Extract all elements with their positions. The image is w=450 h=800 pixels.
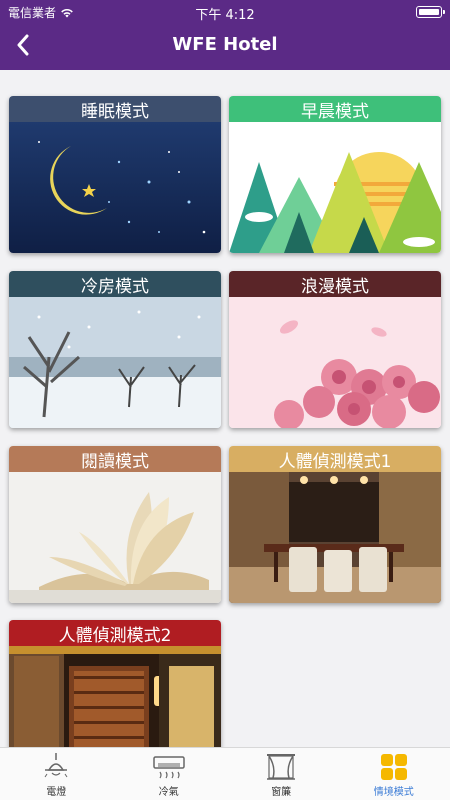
scene-card-label: 睡眠模式	[9, 96, 221, 122]
status-bar: 電信業者 下午 4:12	[0, 0, 450, 23]
scene-card-label: 早晨模式	[229, 96, 441, 122]
scene-card-cooling[interactable]: 冷房模式	[9, 271, 221, 428]
scene-card-romance[interactable]: 浪漫模式	[229, 271, 441, 428]
scene-card-label: 閱讀模式	[9, 446, 221, 472]
battery-icon	[416, 6, 445, 18]
reading-scene-image	[9, 472, 221, 603]
morning-scene-image	[229, 122, 441, 253]
scene-grid-icon	[380, 754, 407, 780]
sleep-scene-image	[9, 122, 221, 253]
dining-room-scene-image	[229, 472, 441, 603]
scene-card-label: 冷房模式	[9, 271, 221, 297]
scene-card-human-detection-1[interactable]: 人體偵測模式1	[229, 446, 441, 603]
curtain-icon	[267, 754, 296, 780]
scene-card-morning[interactable]: 早晨模式	[229, 96, 441, 253]
bottom-tab-bar: 電燈 冷氣 窗簾 情境模式	[0, 747, 450, 800]
app-header: 電信業者 下午 4:12 WFE Hotel	[0, 0, 450, 70]
romance-scene-image	[229, 297, 441, 428]
lamp-icon	[44, 753, 68, 778]
tab-label: 冷氣	[158, 787, 179, 798]
page-title: WFE Hotel	[172, 34, 278, 55]
tab-curtain[interactable]: 窗簾	[225, 748, 338, 800]
air-conditioner-icon	[153, 756, 185, 779]
tab-label: 情境模式	[373, 787, 414, 798]
scene-card-sleep[interactable]: 睡眠模式	[9, 96, 221, 253]
status-time: 下午 4:12	[195, 8, 255, 23]
scene-card-reading[interactable]: 閱讀模式	[9, 446, 221, 603]
tab-air-conditioner[interactable]: 冷氣	[113, 748, 226, 800]
scene-card-label: 人體偵測模式2	[9, 620, 221, 646]
tab-label: 窗簾	[271, 787, 292, 798]
scene-card-label: 浪漫模式	[229, 271, 441, 297]
scene-card-label: 人體偵測模式1	[229, 446, 441, 472]
tab-label: 電燈	[46, 787, 67, 798]
tab-light[interactable]: 電燈	[0, 748, 113, 800]
cooling-scene-image	[9, 297, 221, 428]
tab-scene-mode[interactable]: 情境模式	[338, 748, 450, 800]
